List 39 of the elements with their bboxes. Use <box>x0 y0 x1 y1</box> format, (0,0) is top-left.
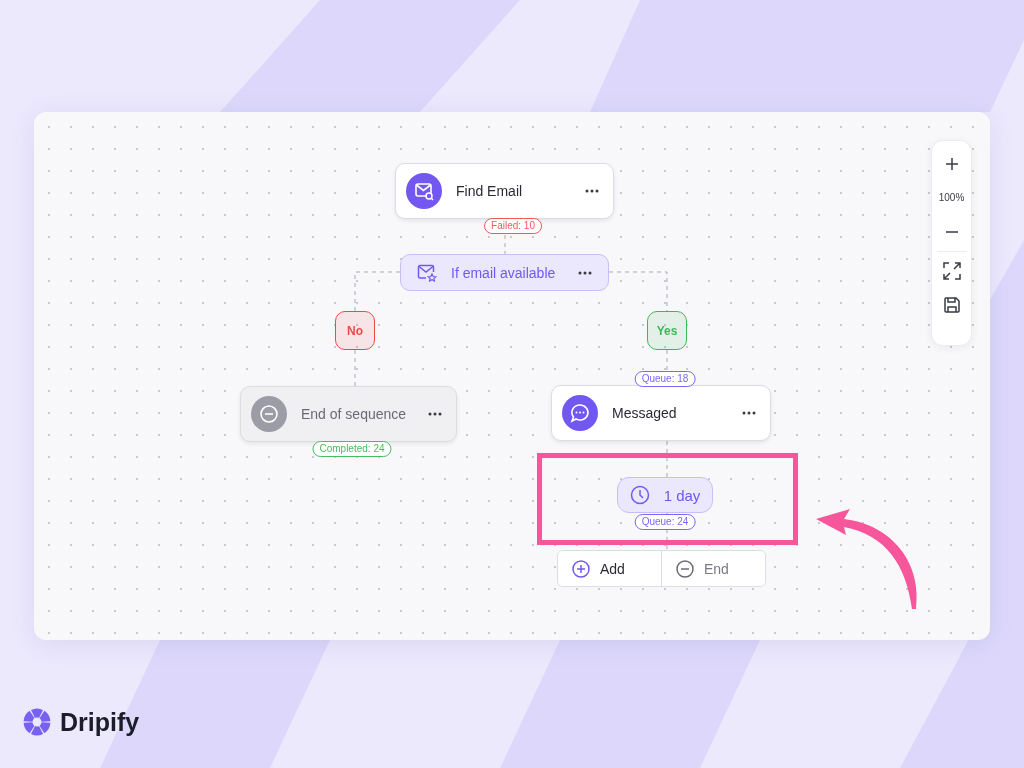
count-badge: Queue: 24 <box>634 514 696 530</box>
count-badge: Completed: 24 <box>312 441 392 457</box>
plus-icon <box>944 157 959 171</box>
minus-circle-icon <box>676 559 694 578</box>
connector-line <box>354 271 401 312</box>
end-node[interactable]: End of sequence <box>240 386 457 442</box>
zoom-level: 100% <box>938 191 965 205</box>
more-icon[interactable] <box>742 411 756 415</box>
connector-line <box>608 271 668 312</box>
plus-circle-icon <box>572 559 590 578</box>
condition-node[interactable]: If email available <box>400 254 609 291</box>
action-node[interactable]: Messaged <box>551 385 771 441</box>
chat-bubble-icon <box>562 395 598 431</box>
delay-node[interactable]: 1 day <box>617 477 713 513</box>
minus-icon <box>944 231 959 233</box>
expand-icon <box>942 262 961 280</box>
mail-star-icon <box>417 263 437 282</box>
node-label: If email available <box>451 264 557 281</box>
clock-icon <box>629 485 650 505</box>
mail-search-icon <box>406 173 442 209</box>
branch-label: Yes <box>647 311 687 350</box>
count-badge: Failed: 10 <box>484 218 542 234</box>
more-icon[interactable] <box>585 189 599 193</box>
branch-label: No <box>335 311 375 350</box>
logo-icon <box>22 707 52 737</box>
node-label: 1 day <box>663 486 701 504</box>
end-step-button[interactable]: End <box>661 551 765 586</box>
count-badge: Queue: 18 <box>634 371 696 387</box>
node-label: End of sequence <box>301 406 408 422</box>
node-label: Messaged <box>612 405 678 421</box>
more-icon[interactable] <box>428 412 442 416</box>
connector-line <box>666 512 668 551</box>
connector-line <box>666 440 668 478</box>
connector-line <box>354 349 356 387</box>
node-label: Find Email <box>456 183 524 199</box>
brand-name: Dripify <box>60 707 140 737</box>
minus-circle-icon <box>251 396 287 432</box>
action-node[interactable]: Find Email <box>395 163 614 219</box>
more-icon[interactable] <box>578 270 592 275</box>
